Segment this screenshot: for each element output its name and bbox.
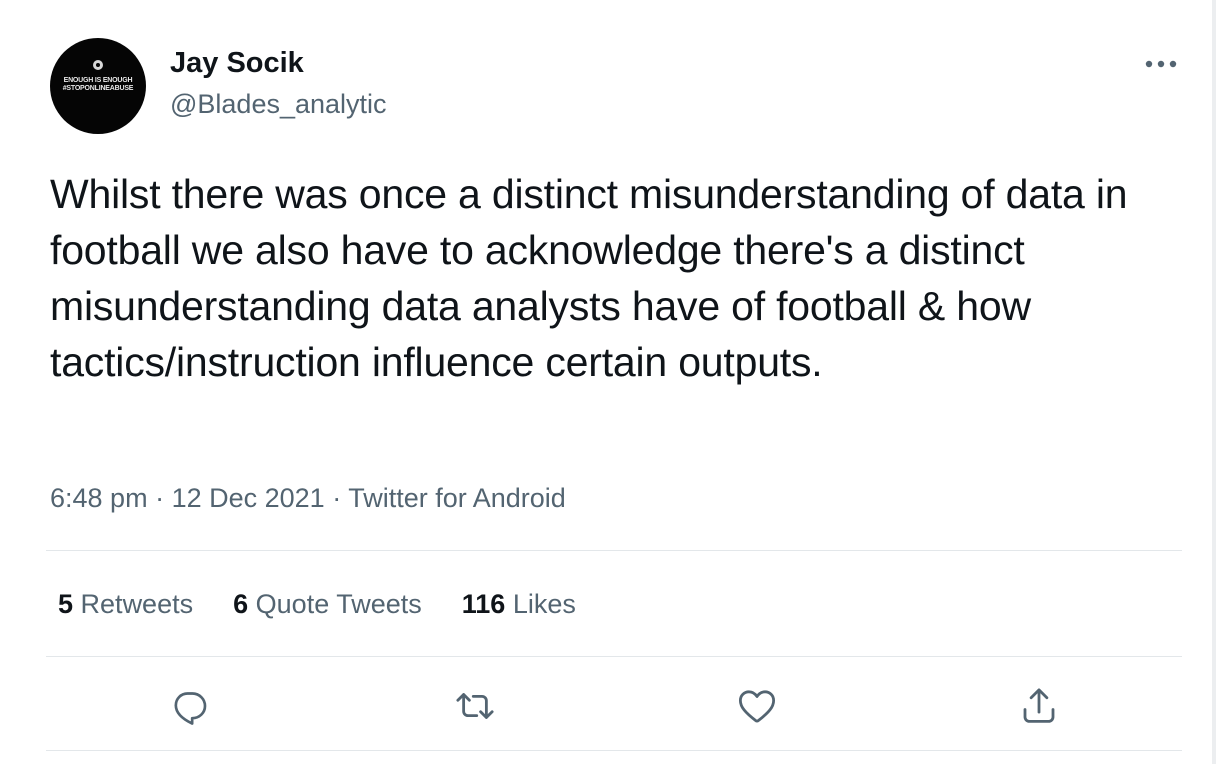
tweet-card: ENOUGH IS ENOUGH #STOPONLINEABUSE Jay So… <box>0 0 1216 764</box>
like-button[interactable] <box>733 682 781 730</box>
meta-separator: · <box>324 483 349 513</box>
card-border <box>1212 0 1216 764</box>
share-button[interactable] <box>1015 682 1063 730</box>
tweet-text: Whilst there was once a distinct misunde… <box>50 171 1128 385</box>
reply-button[interactable] <box>166 682 214 730</box>
divider <box>46 550 1182 551</box>
reply-icon <box>174 692 207 725</box>
heart-icon <box>738 690 776 723</box>
avatar-text-line1: ENOUGH IS ENOUGH <box>63 77 133 84</box>
likes-count: 116 <box>461 589 506 619</box>
avatar-emblem-icon <box>93 60 103 70</box>
retweets-count: 5 <box>58 589 74 619</box>
retweet-button[interactable] <box>451 682 499 730</box>
divider <box>46 750 1182 751</box>
tweet-date-link[interactable]: 12 Dec 2021 <box>172 483 325 513</box>
avatar[interactable]: ENOUGH IS ENOUGH #STOPONLINEABUSE <box>50 38 146 134</box>
more-button[interactable] <box>1140 50 1182 78</box>
tweet-source-link[interactable]: Twitter for Android <box>348 483 566 513</box>
meta-separator: · <box>147 483 172 513</box>
quote-tweets-count: 6 <box>233 589 249 619</box>
more-horizontal-icon <box>1145 60 1177 68</box>
tweet-actions <box>0 682 1216 730</box>
quote-tweets-label: Quote Tweets <box>255 589 422 619</box>
likes-stat[interactable]: 116 Likes <box>462 586 576 622</box>
retweet-icon <box>456 693 494 719</box>
retweets-label: Retweets <box>80 589 194 619</box>
author-handle[interactable]: @Blades_analytic <box>170 86 387 122</box>
author-display-name[interactable]: Jay Socik <box>170 44 304 82</box>
retweets-stat[interactable]: 5 Retweets <box>58 586 193 622</box>
quote-tweets-stat[interactable]: 6 Quote Tweets <box>233 586 422 622</box>
likes-label: Likes <box>512 589 576 619</box>
share-icon <box>1023 688 1055 723</box>
tweet-time-link[interactable]: 6:48 pm <box>50 483 148 513</box>
avatar-text-line2: #STOPONLINEABUSE <box>62 85 134 92</box>
tweet-metadata: 6:48 pm · 12 Dec 2021 · Twitter for Andr… <box>50 480 566 516</box>
tweet-stats: 5 Retweets 6 Quote Tweets 116 Likes <box>58 586 576 622</box>
divider <box>46 656 1182 657</box>
